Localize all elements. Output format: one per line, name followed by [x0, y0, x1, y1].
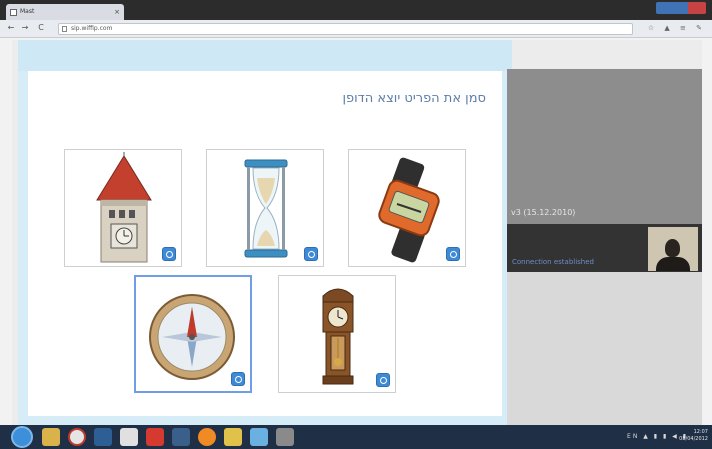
clock-date: 08/04/2012	[679, 436, 708, 442]
os-taskbar: EN ▲ ▮ ▮ ◀ ▮ 12:07 08/04/2012	[0, 425, 712, 449]
window-controls[interactable]	[656, 2, 706, 14]
answer-card-tower-clock[interactable]	[64, 149, 182, 267]
remote-video: v3 (15.12.2010)	[507, 69, 702, 224]
app-icon-8[interactable]	[276, 428, 294, 446]
screen: Mast × ← → C sip.wiffip.com ☆ ▲ ≡ ✎ סמן …	[0, 0, 712, 449]
zoom-icon[interactable]	[304, 247, 318, 261]
chrome-icon[interactable]	[68, 428, 86, 446]
browser-titlebar: Mast ×	[0, 0, 712, 20]
local-webcam-preview	[648, 227, 698, 271]
question-text: סמן את הפריט יוצא הדופן	[342, 91, 486, 106]
app-icon-6[interactable]	[224, 428, 242, 446]
answer-card-grandfather-clock[interactable]	[278, 275, 396, 393]
tab-close-icon[interactable]: ×	[114, 4, 120, 20]
page-viewport: סמן את הפריט יוצא הדופן v3 (15.12.2010) …	[12, 40, 702, 425]
browser-toolbar: ← → C sip.wiffip.com ☆ ▲ ≡ ✎	[0, 20, 712, 38]
answer-card-wristwatch[interactable]	[348, 149, 466, 267]
forward-icon[interactable]: →	[20, 23, 30, 33]
quiz-body: סמן את הפריט יוצא הדופן	[28, 71, 502, 416]
zoom-icon[interactable]	[376, 373, 390, 387]
answer-card-compass[interactable]	[134, 275, 252, 393]
toolbar-icons[interactable]: ☆ ▲ ≡ ✎	[648, 24, 706, 34]
quiz-header-strip	[18, 40, 512, 71]
connection-status-bar: Connection established	[507, 224, 702, 272]
app-icon-4[interactable]	[172, 428, 190, 446]
quiz-panel: סמן את הפריט יוצא הדופן	[18, 40, 512, 425]
webcam-person-body	[656, 257, 690, 271]
webcam-person-head	[665, 239, 680, 257]
app-icon-5[interactable]	[198, 428, 216, 446]
app-icon-1[interactable]	[94, 428, 112, 446]
back-icon[interactable]: ←	[6, 23, 16, 33]
explorer-icon[interactable]	[42, 428, 60, 446]
zoom-icon[interactable]	[162, 247, 176, 261]
reload-icon[interactable]: C	[36, 23, 46, 33]
zoom-icon[interactable]	[231, 372, 245, 386]
page-favicon-icon	[10, 9, 17, 16]
zoom-icon[interactable]	[446, 247, 460, 261]
start-button[interactable]	[11, 426, 33, 448]
page-icon	[62, 26, 67, 32]
app-icon-2[interactable]	[120, 428, 138, 446]
taskbar-clock[interactable]: 12:07 08/04/2012	[679, 429, 708, 443]
version-label: v3 (15.12.2010)	[511, 208, 576, 217]
connection-status: Connection established	[512, 258, 594, 266]
window-close-button[interactable]	[688, 2, 706, 14]
app-icon-7[interactable]	[250, 428, 268, 446]
clock-time: 12:07	[693, 429, 708, 435]
browser-tab[interactable]: Mast ×	[6, 4, 124, 20]
address-bar[interactable]: sip.wiffip.com	[58, 23, 633, 35]
address-text: sip.wiffip.com	[71, 25, 113, 32]
session-side-panel: v3 (15.12.2010) Connection established	[507, 69, 702, 425]
tab-title: Mast	[20, 8, 35, 15]
app-icon-3[interactable]	[146, 428, 164, 446]
answer-card-hourglass[interactable]	[206, 149, 324, 267]
